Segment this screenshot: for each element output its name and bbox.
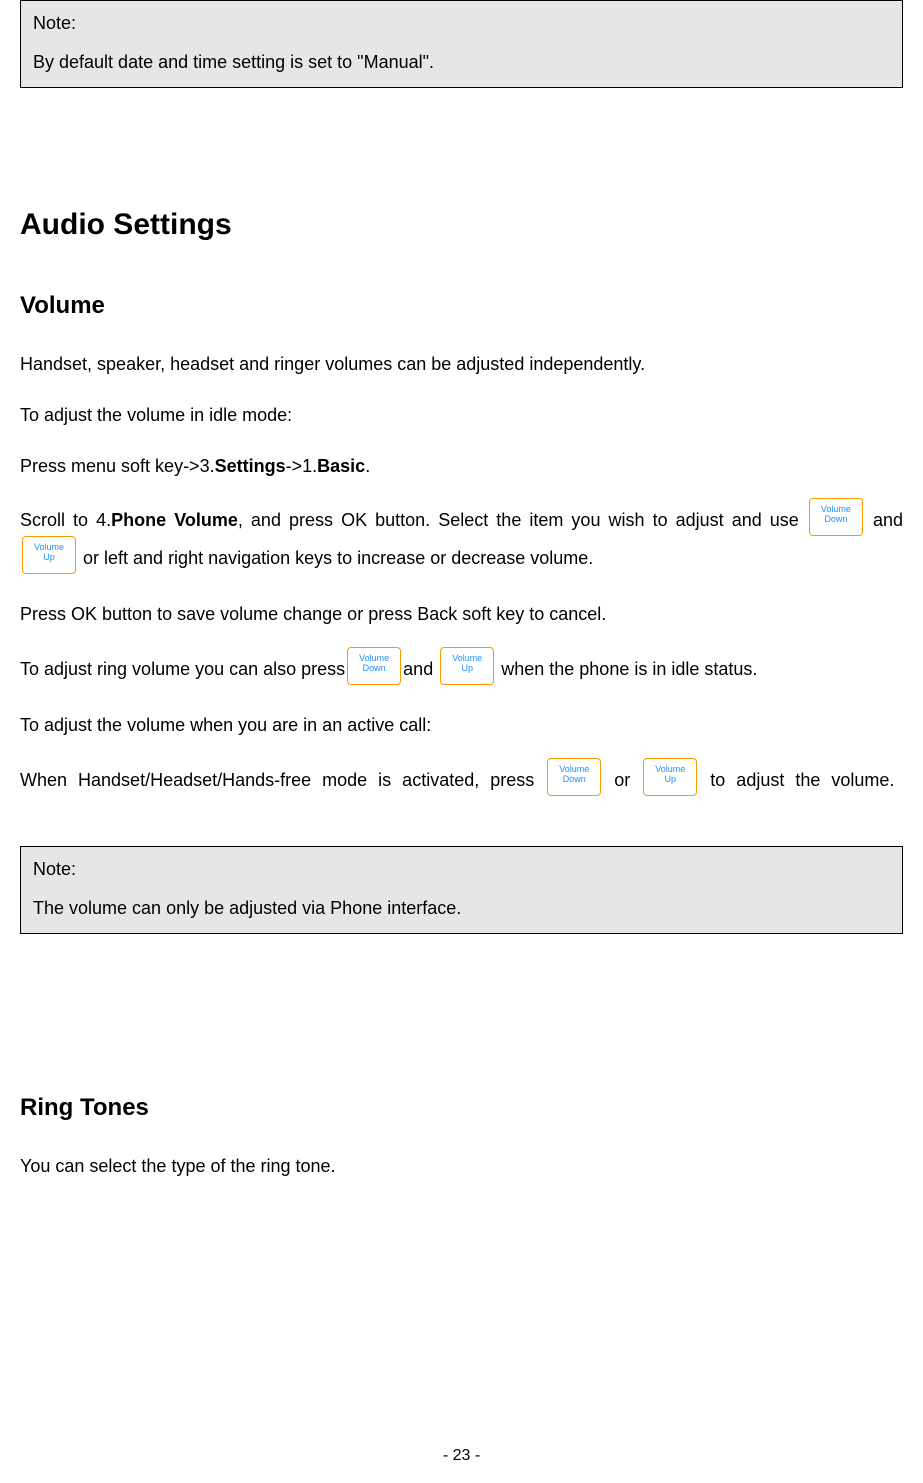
text: to adjust the volume. (710, 770, 894, 790)
text: or left and right navigation keys to inc… (83, 548, 593, 568)
note-box-volume: Note: The volume can only be adjusted vi… (20, 846, 903, 934)
page-number: - 23 - (0, 1447, 923, 1465)
text: when the phone is in idle status. (501, 659, 757, 679)
volume-down-icon: VolumeDown (547, 758, 601, 796)
subheading-ring-tones: Ring Tones (20, 1094, 903, 1122)
text-bold-phone-volume: Phone Volume (111, 510, 238, 530)
note-title: Note: (33, 859, 890, 880)
text: . (365, 456, 370, 476)
note-title: Note: (33, 13, 890, 34)
text-active-call-label: To adjust the volume when you are in an … (20, 711, 903, 740)
text-active-call-line: When Handset/Headset/Hands-free mode is … (20, 762, 903, 800)
volume-up-icon: VolumeUp (440, 647, 494, 685)
subheading-volume: Volume (20, 292, 903, 320)
text-ring-tones: You can select the type of the ring tone… (20, 1152, 903, 1181)
text: Scroll to 4. (20, 510, 111, 530)
note-box-datetime: Note: By default date and time setting i… (20, 0, 903, 88)
volume-down-icon: VolumeDown (347, 647, 401, 685)
volume-up-icon: VolumeUp (22, 536, 76, 574)
text-intro: Handset, speaker, headset and ringer vol… (20, 350, 903, 379)
text-scroll-line: Scroll to 4.Phone Volume, and press OK b… (20, 502, 903, 578)
volume-down-icon: VolumeDown (809, 498, 863, 536)
text: and (873, 510, 903, 530)
text-idle-label: To adjust the volume in idle mode: (20, 401, 903, 430)
text: or (614, 770, 641, 790)
volume-up-icon: VolumeUp (643, 758, 697, 796)
text: To adjust ring volume you can also press (20, 659, 345, 679)
text-bold-settings: Settings (215, 456, 286, 476)
text-bold-basic: Basic (317, 456, 365, 476)
note-body: By default date and time setting is set … (33, 52, 890, 73)
text: and (403, 659, 438, 679)
text: ->1. (286, 456, 318, 476)
text-ok-save: Press OK button to save volume change or… (20, 600, 903, 629)
text: When Handset/Headset/Hands-free mode is … (20, 770, 545, 790)
text: , and press OK button. Select the item y… (238, 510, 807, 530)
text-menu-path: Press menu soft key->3.Settings->1.Basic… (20, 452, 903, 481)
text-ring-adjust: To adjust ring volume you can also press… (20, 651, 903, 689)
note-body: The volume can only be adjusted via Phon… (33, 898, 890, 919)
heading-audio-settings: Audio Settings (20, 208, 903, 242)
text: Press menu soft key->3. (20, 456, 215, 476)
